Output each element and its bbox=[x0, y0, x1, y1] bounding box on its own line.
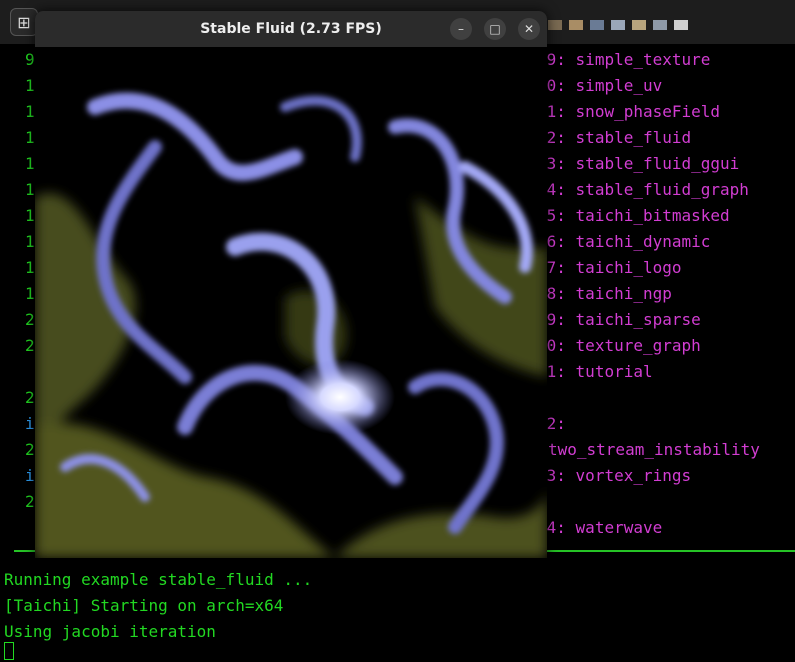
thumbnail-swatch bbox=[590, 20, 604, 30]
terminal-line-prefix: 1 bbox=[25, 232, 35, 251]
example-list-item: 67: taichi_logo bbox=[537, 255, 682, 281]
terminal-line-prefix: 9 bbox=[25, 50, 35, 69]
maximize-button[interactable]: □ bbox=[484, 18, 506, 40]
minimize-button[interactable]: – bbox=[450, 18, 472, 40]
thumbnail-swatch bbox=[611, 20, 625, 30]
example-name: stable_fluid_ggui bbox=[575, 154, 740, 173]
example-list-item: 66: taichi_dynamic bbox=[537, 229, 710, 255]
example-list-item: 73: vortex_rings bbox=[537, 463, 691, 489]
terminal-line-prefix: 1 bbox=[25, 180, 35, 199]
window-titlebar[interactable]: Stable Fluid (2.73 FPS) – □ ✕ bbox=[35, 11, 547, 48]
terminal-line-prefix: 2 bbox=[25, 310, 35, 329]
thumbnail-swatch bbox=[653, 20, 667, 30]
example-name: taichi_sparse bbox=[575, 310, 701, 329]
example-name: simple_uv bbox=[575, 76, 663, 95]
thumbnail-swatch bbox=[632, 20, 646, 30]
thumbnail-swatch bbox=[674, 20, 688, 30]
plus-square-icon: ⊞ bbox=[17, 12, 31, 32]
example-name: waterwave bbox=[575, 518, 663, 537]
example-list-item: 70: texture_graph bbox=[537, 333, 701, 359]
example-name: taichi_dynamic bbox=[575, 232, 711, 251]
example-list-item: 62: stable_fluid bbox=[537, 125, 691, 151]
example-name: simple_texture bbox=[575, 50, 711, 69]
terminal-line-prefix: 2 bbox=[25, 492, 35, 511]
minimize-icon: – bbox=[458, 22, 464, 36]
example-list-item: two_stream_instability bbox=[548, 437, 760, 463]
close-button[interactable]: ✕ bbox=[518, 18, 540, 40]
terminal-line-prefix: 1 bbox=[25, 102, 35, 121]
example-list-item: 61: snow_phaseField bbox=[537, 99, 720, 125]
example-list-item: 59: simple_texture bbox=[537, 47, 710, 73]
example-list-item: 63: stable_fluid_ggui bbox=[537, 151, 739, 177]
terminal-cursor[interactable] bbox=[4, 642, 14, 660]
terminal-line-prefix: 2 bbox=[25, 388, 35, 407]
maximize-icon: □ bbox=[489, 22, 501, 36]
example-list-item: 74: waterwave bbox=[537, 515, 662, 541]
example-name: stable_fluid_graph bbox=[575, 180, 749, 199]
terminal-line-prefix: 1 bbox=[25, 128, 35, 147]
close-icon: ✕ bbox=[523, 22, 535, 36]
output-line: Running example stable_fluid ... bbox=[4, 570, 313, 589]
example-list-item: 64: stable_fluid_graph bbox=[537, 177, 749, 203]
terminal-line-prefix: i bbox=[25, 414, 35, 433]
example-name: taichi_logo bbox=[575, 258, 682, 277]
terminal-line-prefix: 1 bbox=[25, 206, 35, 225]
terminal-line-prefix: 1 bbox=[25, 76, 35, 95]
example-name: snow_phaseField bbox=[575, 102, 721, 121]
example-name: texture_graph bbox=[575, 336, 701, 355]
thumbnail-swatch bbox=[548, 20, 562, 30]
example-list-item: 68: taichi_ngp bbox=[537, 281, 672, 307]
example-name: vortex_rings bbox=[575, 466, 692, 485]
terminal-line-prefix: 1 bbox=[25, 284, 35, 303]
fluid-simulation-canvas[interactable] bbox=[35, 47, 547, 558]
terminal-line-prefix: 2 bbox=[25, 440, 35, 459]
stable-fluid-window[interactable]: Stable Fluid (2.73 FPS) – □ ✕ bbox=[35, 11, 547, 558]
output-line: [Taichi] Starting on arch=x64 bbox=[4, 596, 284, 615]
example-list-item: 71: tutorial bbox=[537, 359, 653, 385]
example-name: stable_fluid bbox=[575, 128, 692, 147]
example-name: taichi_bitmasked bbox=[575, 206, 730, 225]
example-list-item: 65: taichi_bitmasked bbox=[537, 203, 730, 229]
terminal-line-prefix: 1 bbox=[25, 258, 35, 277]
example-name: two_stream_instability bbox=[548, 440, 760, 459]
example-list-item: 69: taichi_sparse bbox=[537, 307, 701, 333]
example-name: taichi_ngp bbox=[575, 284, 672, 303]
bright-vortex-core bbox=[285, 359, 395, 435]
tab-thumbnails bbox=[548, 20, 688, 30]
example-list-item: 60: simple_uv bbox=[537, 73, 662, 99]
terminal-line-prefix: 1 bbox=[25, 154, 35, 173]
terminal-line-prefix: 2 bbox=[25, 336, 35, 355]
output-line: Using jacobi iteration bbox=[4, 622, 216, 641]
new-tab-button[interactable]: ⊞ bbox=[10, 8, 38, 36]
example-name: tutorial bbox=[575, 362, 653, 381]
terminal-line-prefix: i bbox=[25, 466, 35, 485]
thumbnail-swatch bbox=[569, 20, 583, 30]
